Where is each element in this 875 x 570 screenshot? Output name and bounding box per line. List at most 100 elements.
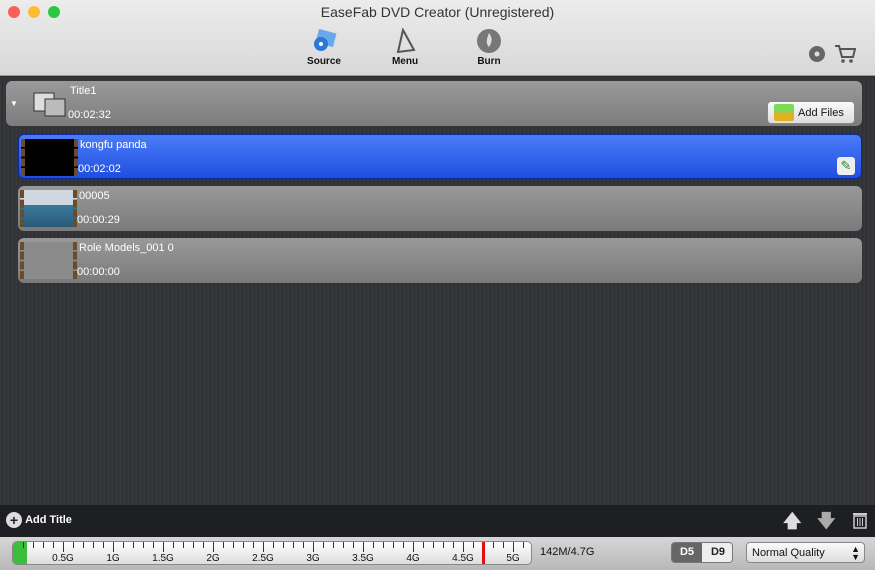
tab-source[interactable]: Source (294, 28, 354, 67)
add-files-icon (774, 104, 794, 121)
ruler-tick (303, 542, 304, 548)
ruler-tick (33, 542, 34, 548)
video-thumbnail (20, 190, 77, 227)
ruler-tick (123, 542, 124, 548)
ruler-tick (473, 542, 474, 548)
ruler-tick (343, 542, 344, 548)
ruler-tick (63, 542, 64, 552)
quality-select[interactable]: Normal Quality ▲ ▼ (746, 542, 865, 563)
ruler-label: 0.5G (52, 553, 74, 564)
ruler-tick (253, 542, 254, 548)
ruler-tick (283, 542, 284, 548)
ruler-tick (493, 542, 494, 548)
add-files-button[interactable]: Add Files (767, 101, 855, 124)
app-window: EaseFab DVD Creator (Unregistered) Sourc… (0, 0, 875, 570)
tab-menu[interactable]: Menu (375, 28, 435, 67)
move-up-icon[interactable]: 🡅 (783, 509, 802, 539)
ruler-label: 2.5G (252, 553, 274, 564)
ruler-tick (413, 542, 414, 552)
video-thumbnail (21, 139, 78, 176)
add-title-label: Add Title (25, 514, 72, 526)
used-space-fill (13, 542, 28, 564)
bottom-toolbar: + Add Title 🡅 🡇 (0, 505, 875, 537)
ruler-tick (73, 542, 74, 548)
ruler-tick (113, 542, 114, 552)
ruler-tick (183, 542, 184, 548)
ruler-tick (513, 542, 514, 552)
list-item[interactable]: Role Models_001 0 00:00:00 (18, 238, 862, 283)
ruler-label: 4G (406, 553, 420, 564)
move-down-icon[interactable]: 🡇 (817, 509, 836, 539)
ruler-tick (333, 542, 334, 548)
ruler-tick (193, 542, 194, 548)
ruler-label: 3G (306, 553, 320, 564)
ruler-tick (83, 542, 84, 548)
tab-label: Menu (391, 56, 419, 67)
plus-circle-icon: + (6, 512, 22, 528)
tab-label: Source (307, 56, 341, 67)
disc-type-toggle[interactable]: D5 D9 (671, 542, 733, 563)
title-list: ▼ Title1 00:02:32 Add Files kongfu panda… (0, 77, 875, 505)
ruler-label: 1G (106, 553, 120, 564)
ruler-tick (263, 542, 264, 552)
ruler-tick (383, 542, 384, 548)
ruler-tick (293, 542, 294, 548)
ruler-label: 1.5G (152, 553, 174, 564)
ruler-tick (443, 542, 444, 548)
ruler-tick (453, 542, 454, 548)
select-arrows-icon: ▲ ▼ (851, 544, 860, 562)
ruler-tick (363, 542, 364, 552)
add-title-button[interactable]: + Add Title (6, 512, 72, 528)
tab-burn[interactable]: Burn (459, 28, 519, 67)
ruler-tick (233, 542, 234, 548)
cart-icon[interactable] (834, 44, 856, 64)
item-name: 00005 (79, 190, 110, 202)
ruler-label: 3.5G (352, 553, 374, 564)
capacity-limit-marker (482, 542, 485, 564)
window-title: EaseFab DVD Creator (Unregistered) (320, 4, 555, 20)
ruler-tick (503, 542, 504, 548)
ruler-tick (393, 542, 394, 548)
status-bar: 0.5G 1G 1.5G 2G 2.5G 3G 3.5G 4G 4.5G 5G 142M/4.7G… (0, 537, 875, 570)
disc-capacity-ruler: 0.5G 1G 1.5G 2G 2.5G 3G 3.5G 4G 4.5G 5G (12, 541, 532, 565)
ruler-tick (423, 542, 424, 548)
disc-d9-option[interactable]: D9 (702, 543, 732, 562)
ruler-tick (433, 542, 434, 548)
edit-pencil-icon[interactable]: ✎ (837, 157, 855, 175)
ruler-tick (213, 542, 214, 552)
item-duration: 00:00:00 (77, 266, 120, 278)
ruler-tick (53, 542, 54, 548)
ruler-tick (93, 542, 94, 548)
ruler-tick (23, 542, 24, 548)
ruler-tick (133, 542, 134, 548)
disc-d5-option[interactable]: D5 (672, 543, 702, 562)
ruler-tick (323, 542, 324, 548)
source-icon (314, 28, 337, 51)
title-name: Title1 (70, 85, 97, 97)
title-group-row[interactable]: ▼ Title1 00:02:32 Add Files (6, 81, 862, 126)
ruler-tick (173, 542, 174, 548)
ruler-tick (353, 542, 354, 548)
ruler-tick (203, 542, 204, 548)
ruler-label: 4.5G (452, 553, 474, 564)
ruler-tick (403, 542, 404, 548)
disc-icon[interactable] (808, 45, 826, 63)
ruler-label: 5G (506, 553, 520, 564)
ruler-tick (463, 542, 464, 552)
item-name: kongfu panda (80, 139, 147, 151)
usage-text: 142M/4.7G (540, 546, 595, 558)
burn-icon (477, 29, 501, 53)
trash-icon[interactable] (852, 511, 868, 529)
tab-label: Burn (477, 56, 501, 67)
ruler-tick (163, 542, 164, 552)
list-item[interactable]: 00005 00:00:29 (18, 186, 862, 231)
ruler-tick (143, 542, 144, 548)
item-duration: 00:02:02 (78, 163, 121, 175)
title-media-icon (33, 92, 66, 117)
list-item[interactable]: kongfu panda 00:02:02 ✎ (18, 134, 862, 179)
ruler-tick (223, 542, 224, 548)
ruler-label: 2G (206, 553, 220, 564)
disclosure-triangle-icon[interactable]: ▼ (10, 99, 18, 108)
ruler-tick (523, 542, 524, 548)
title-bar: EaseFab DVD Creator (Unregistered) Sourc… (0, 0, 875, 76)
